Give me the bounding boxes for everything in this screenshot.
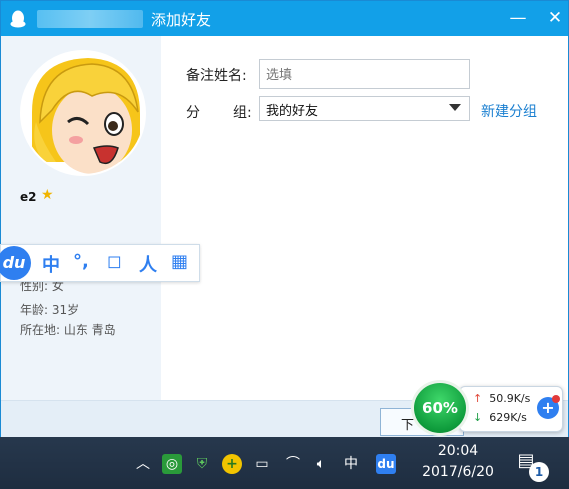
volume-icon[interactable]: 🔈︎: [311, 454, 331, 474]
avatar: [20, 50, 146, 176]
group-select[interactable]: 我的好友: [259, 96, 470, 121]
download-speed: ↓ 629K/s: [473, 411, 527, 424]
group-label-2: 组:: [233, 105, 252, 121]
star-icon: ★: [41, 187, 54, 203]
close-button[interactable]: ✕: [544, 7, 566, 29]
baidu-ime-logo[interactable]: du: [0, 246, 31, 280]
ime-menu-button[interactable]: ▦: [171, 251, 188, 272]
shield-icon[interactable]: ⛨: [192, 454, 212, 474]
minimize-button[interactable]: —: [507, 7, 529, 29]
title-bar[interactable]: 添加好友 — ✕: [1, 1, 568, 36]
qq-penguin-icon: [10, 10, 26, 28]
battery-icon[interactable]: ▭: [252, 454, 272, 474]
ime-skin-button[interactable]: ◻: [107, 251, 122, 272]
memory-usage-ball[interactable]: 60%: [411, 380, 469, 436]
taskbar: ︿ ◎ ⛨ + ▭ ⌒ 🔈︎ 中 du 20:04 2017/6/20 ▤ 1: [0, 437, 569, 489]
ime-toolbar: du 中 °, ◻ 人 ▦: [0, 244, 200, 282]
download-arrow-icon: ↓: [473, 411, 483, 424]
add-friend-window: 添加好友 — ✕ e2 ★ 性别: 女 年龄: 31岁 所在地: 山东 青岛 备…: [0, 0, 569, 437]
ime-chinese-toggle[interactable]: 中: [42, 251, 60, 277]
avatar-image: [22, 52, 144, 174]
remark-label: 备注姓名:: [186, 68, 247, 84]
chevron-down-icon: [449, 104, 461, 111]
baidu-ime-tray-icon[interactable]: du: [376, 454, 396, 474]
ime-indicator[interactable]: 中: [341, 454, 361, 474]
upload-speed: ↑ 50.9K/s: [473, 392, 530, 405]
wifi-icon[interactable]: ⌒: [283, 454, 303, 474]
notification-count: 1: [529, 462, 549, 482]
security-app-icon[interactable]: ◎: [162, 454, 182, 474]
plus-app-icon[interactable]: +: [222, 454, 242, 474]
location-text: 所在地: 山东 青岛: [20, 323, 116, 337]
upload-speed-value: 50.9K/s: [489, 392, 531, 405]
clock-date[interactable]: 2017/6/20: [419, 464, 497, 480]
clock-time[interactable]: 20:04: [425, 443, 491, 459]
download-speed-value: 629K/s: [489, 411, 527, 424]
upload-arrow-icon: ↑: [473, 392, 483, 405]
window-title: 添加好友: [151, 11, 212, 29]
age-text: 年龄: 31岁: [20, 303, 80, 317]
minimize-icon: —: [509, 8, 527, 28]
network-speed-widget[interactable]: 60% ↑ 50.9K/s ↓ 629K/s +: [411, 380, 564, 436]
blurred-account-name: [37, 10, 143, 28]
chevron-up-icon[interactable]: ︿: [133, 454, 153, 474]
close-icon: ✕: [547, 8, 563, 28]
new-group-link[interactable]: 新建分组: [481, 101, 537, 121]
remark-name-input[interactable]: [259, 59, 470, 89]
group-select-value: 我的好友: [266, 104, 319, 119]
nickname: e2: [20, 190, 37, 204]
alert-dot: [552, 395, 560, 403]
ime-user-button[interactable]: 人: [139, 251, 157, 277]
group-label-1: 分: [186, 105, 200, 121]
ime-punctuation-toggle[interactable]: °,: [73, 251, 89, 272]
